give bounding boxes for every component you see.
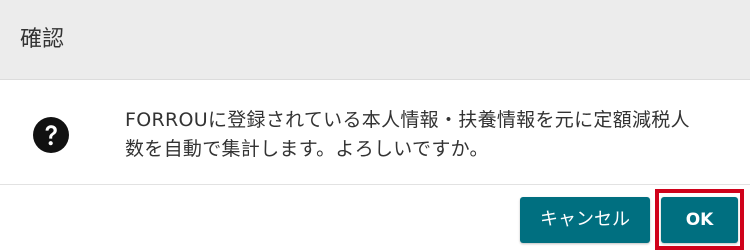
- cancel-button[interactable]: キャンセル: [520, 197, 650, 243]
- confirm-message: FORROUに登録されている本人情報・扶養情報を元に定額減税人 数を自動で集計し…: [125, 106, 725, 164]
- dialog-footer: キャンセル OK: [0, 185, 750, 250]
- message-line-2: 数を自動で集計します。よろしいですか。: [125, 138, 489, 160]
- message-line-1: FORROUに登録されている本人情報・扶養情報を元に定額減税人: [125, 109, 690, 131]
- dialog-body: FORROUに登録されている本人情報・扶養情報を元に定額減税人 数を自動で集計し…: [0, 80, 750, 185]
- dialog-header: 確認: [0, 0, 750, 80]
- confirm-dialog: 確認 FORROUに登録されている本人情報・扶養情報を元に定額減税人 数を自動で…: [0, 0, 750, 250]
- ok-button[interactable]: OK: [661, 197, 738, 243]
- question-circle-icon: [33, 117, 69, 153]
- dialog-title: 確認: [20, 27, 65, 52]
